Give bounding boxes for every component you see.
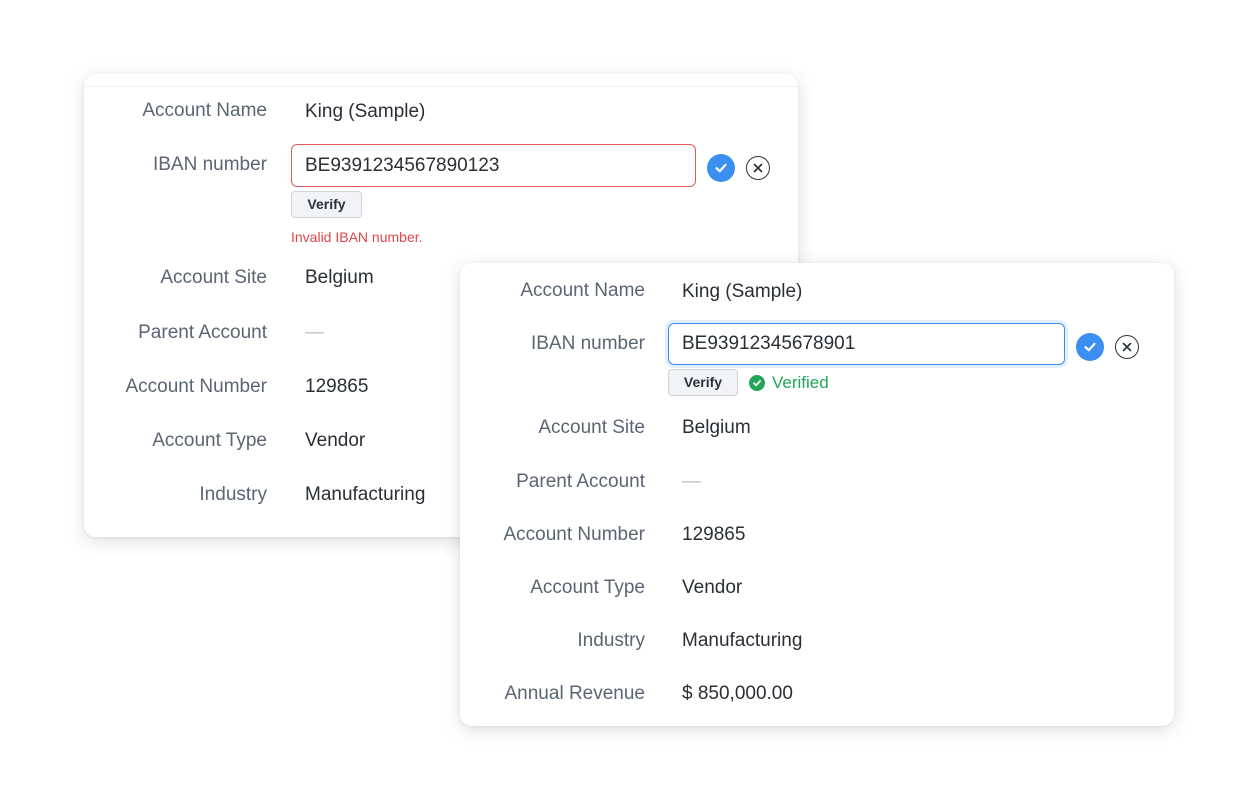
industry-value: Manufacturing [682,630,803,651]
account-name-value: King (Sample) [682,281,803,302]
parent-account-label: Parent Account [138,322,267,343]
cancel-iban-button[interactable] [746,156,770,180]
check-circle-icon [715,163,727,173]
annual-revenue-value: $ 850,000.00 [682,683,793,704]
cancel-iban-button[interactable] [1115,335,1139,359]
account-site-label: Account Site [160,267,267,288]
account-type-value: Vendor [305,430,366,451]
industry-value: Manufacturing [305,484,426,505]
account-site-value: Belgium [682,417,751,438]
save-iban-button[interactable] [1076,333,1104,361]
annual-revenue-label: Annual Revenue [504,683,646,704]
save-iban-button[interactable] [707,154,735,182]
iban-label: IBAN number [530,333,645,354]
account-type-value: Vendor [682,577,743,598]
verified-check-icon [749,375,765,391]
account-name-label: Account Name [142,100,267,121]
account-number-label: Account Number [503,524,645,545]
check-circle-icon [1084,342,1096,352]
account-type-label: Account Type [530,577,645,598]
iban-input[interactable] [291,144,696,187]
account-name-label: Account Name [520,280,645,301]
verified-status: Verified [749,372,829,394]
iban-error-message: Invalid IBAN number. [291,229,423,245]
account-site-value: Belgium [305,267,374,288]
industry-label: Industry [577,630,645,651]
verify-button[interactable]: Verify [668,369,738,396]
account-number-value: 129865 [682,524,746,545]
close-circle-icon [753,163,763,173]
account-type-label: Account Type [152,430,267,451]
account-number-label: Account Number [125,376,267,397]
parent-account-label: Parent Account [516,471,645,492]
account-site-label: Account Site [538,417,645,438]
iban-label: IBAN number [152,154,267,175]
parent-account-value: — [305,322,324,343]
parent-account-value: — [682,471,701,492]
close-circle-icon [1122,342,1132,352]
account-number-value: 129865 [305,376,369,397]
verified-status-text: Verified [772,373,829,392]
industry-label: Industry [199,484,267,505]
account-details-card-verified: Account Name King (Sample) IBAN number V… [460,263,1174,726]
account-name-value: King (Sample) [305,101,426,122]
verify-button[interactable]: Verify [291,191,362,218]
card-divider [84,86,798,87]
iban-input[interactable] [668,323,1065,365]
